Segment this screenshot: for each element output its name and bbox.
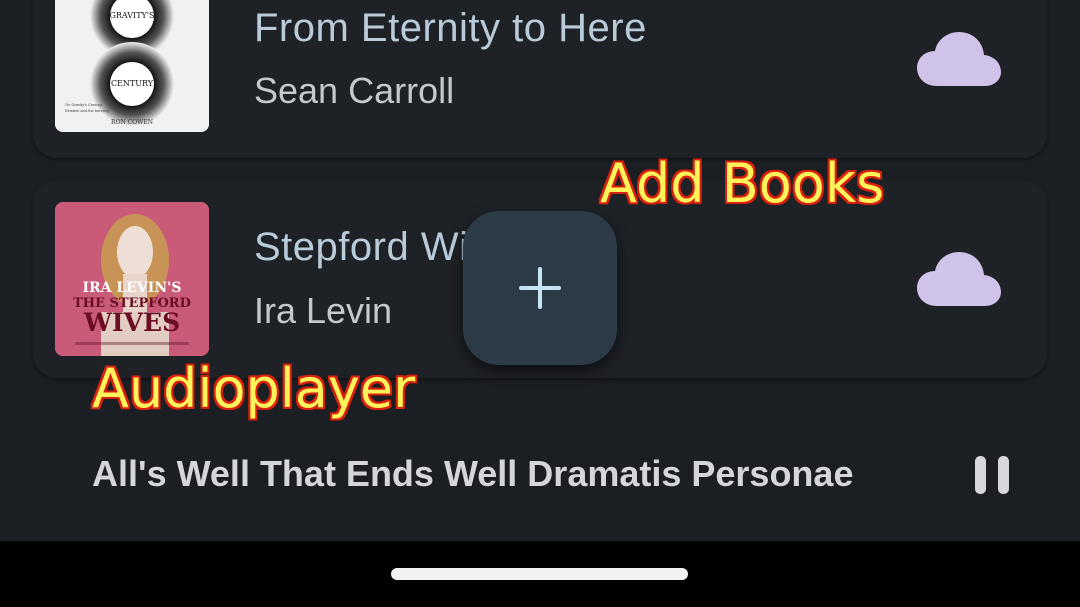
now-playing-title[interactable]: All's Well That Ends Well Dramatis Perso… xyxy=(92,453,853,495)
book-card[interactable]: On Gravity's Century Einstein and the be… xyxy=(33,0,1047,158)
svg-text:Einstein and the bending: Einstein and the bending xyxy=(65,108,109,113)
audioplayer-annotation: Audioplayer xyxy=(92,357,416,420)
cover-text: CENTURY xyxy=(110,79,154,88)
book-author: Ira Levin xyxy=(254,290,393,331)
book-author: Sean Carroll xyxy=(254,70,455,111)
add-books-button[interactable] xyxy=(463,211,617,365)
cover-text: RON COWEN xyxy=(111,119,153,126)
cover-text: WIVES xyxy=(83,308,181,337)
cloud-icon[interactable] xyxy=(917,252,1001,308)
home-gesture-handle[interactable] xyxy=(391,568,688,580)
app-screen: On Gravity's Century Einstein and the be… xyxy=(0,0,1080,541)
plus-icon xyxy=(519,267,561,309)
cover-text: IRA LEVIN'S xyxy=(82,280,182,296)
cloud-icon[interactable] xyxy=(917,32,1001,88)
pause-icon[interactable] xyxy=(975,456,1009,494)
book-title: From Eternity to Here xyxy=(254,6,647,50)
book-cover: On Gravity's Century Einstein and the be… xyxy=(55,0,209,132)
svg-text:On Gravity's Century: On Gravity's Century xyxy=(65,102,102,107)
book-cover: IRA LEVIN'S THE STEPFORD WIVES xyxy=(55,202,209,356)
cover-text: GRAVITY'S xyxy=(109,11,155,20)
system-nav-bar xyxy=(0,541,1080,607)
add-books-annotation: Add Books xyxy=(600,152,885,215)
